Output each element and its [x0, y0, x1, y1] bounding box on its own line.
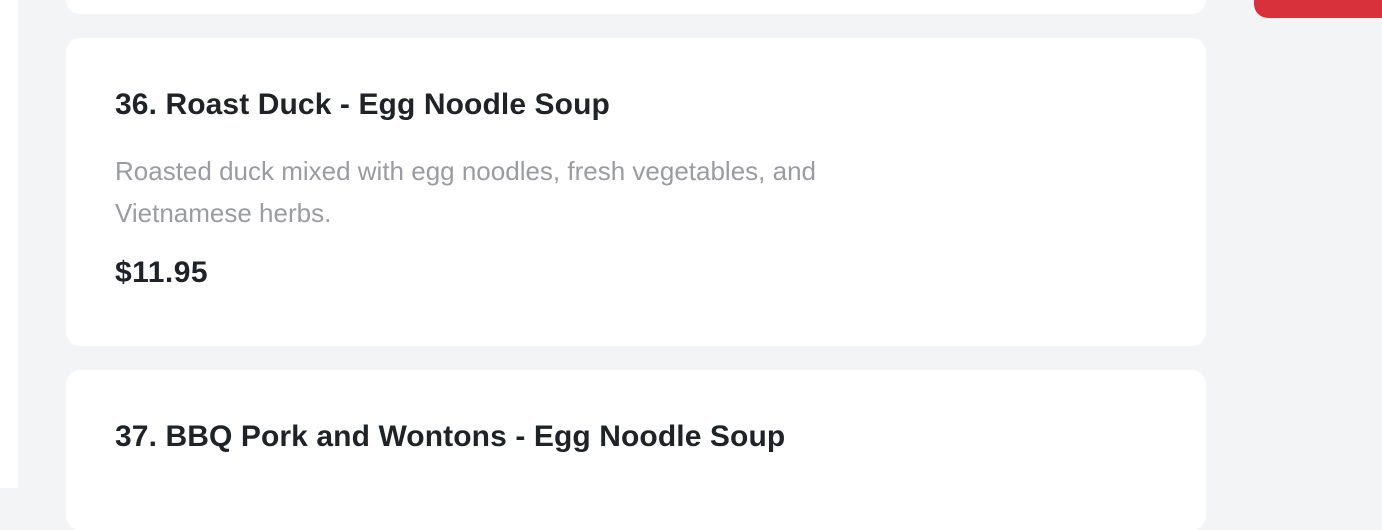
- left-panel-edge: [0, 0, 18, 488]
- menu-item-title: 37. BBQ Pork and Wontons - Egg Noodle So…: [115, 420, 786, 453]
- menu-item-card[interactable]: 36. Roast Duck - Egg Noodle Soup Roasted…: [66, 38, 1206, 346]
- menu-item-card[interactable]: 37. BBQ Pork and Wontons - Egg Noodle So…: [66, 370, 1206, 530]
- menu-item-card-previous[interactable]: [66, 0, 1206, 14]
- menu-item-description: Roasted duck mixed with egg noodles, fre…: [115, 156, 816, 228]
- cart-button[interactable]: [1254, 0, 1382, 18]
- menu-item-price: $11.95: [115, 256, 209, 289]
- menu-item-title: 36. Roast Duck - Egg Noodle Soup: [115, 88, 610, 121]
